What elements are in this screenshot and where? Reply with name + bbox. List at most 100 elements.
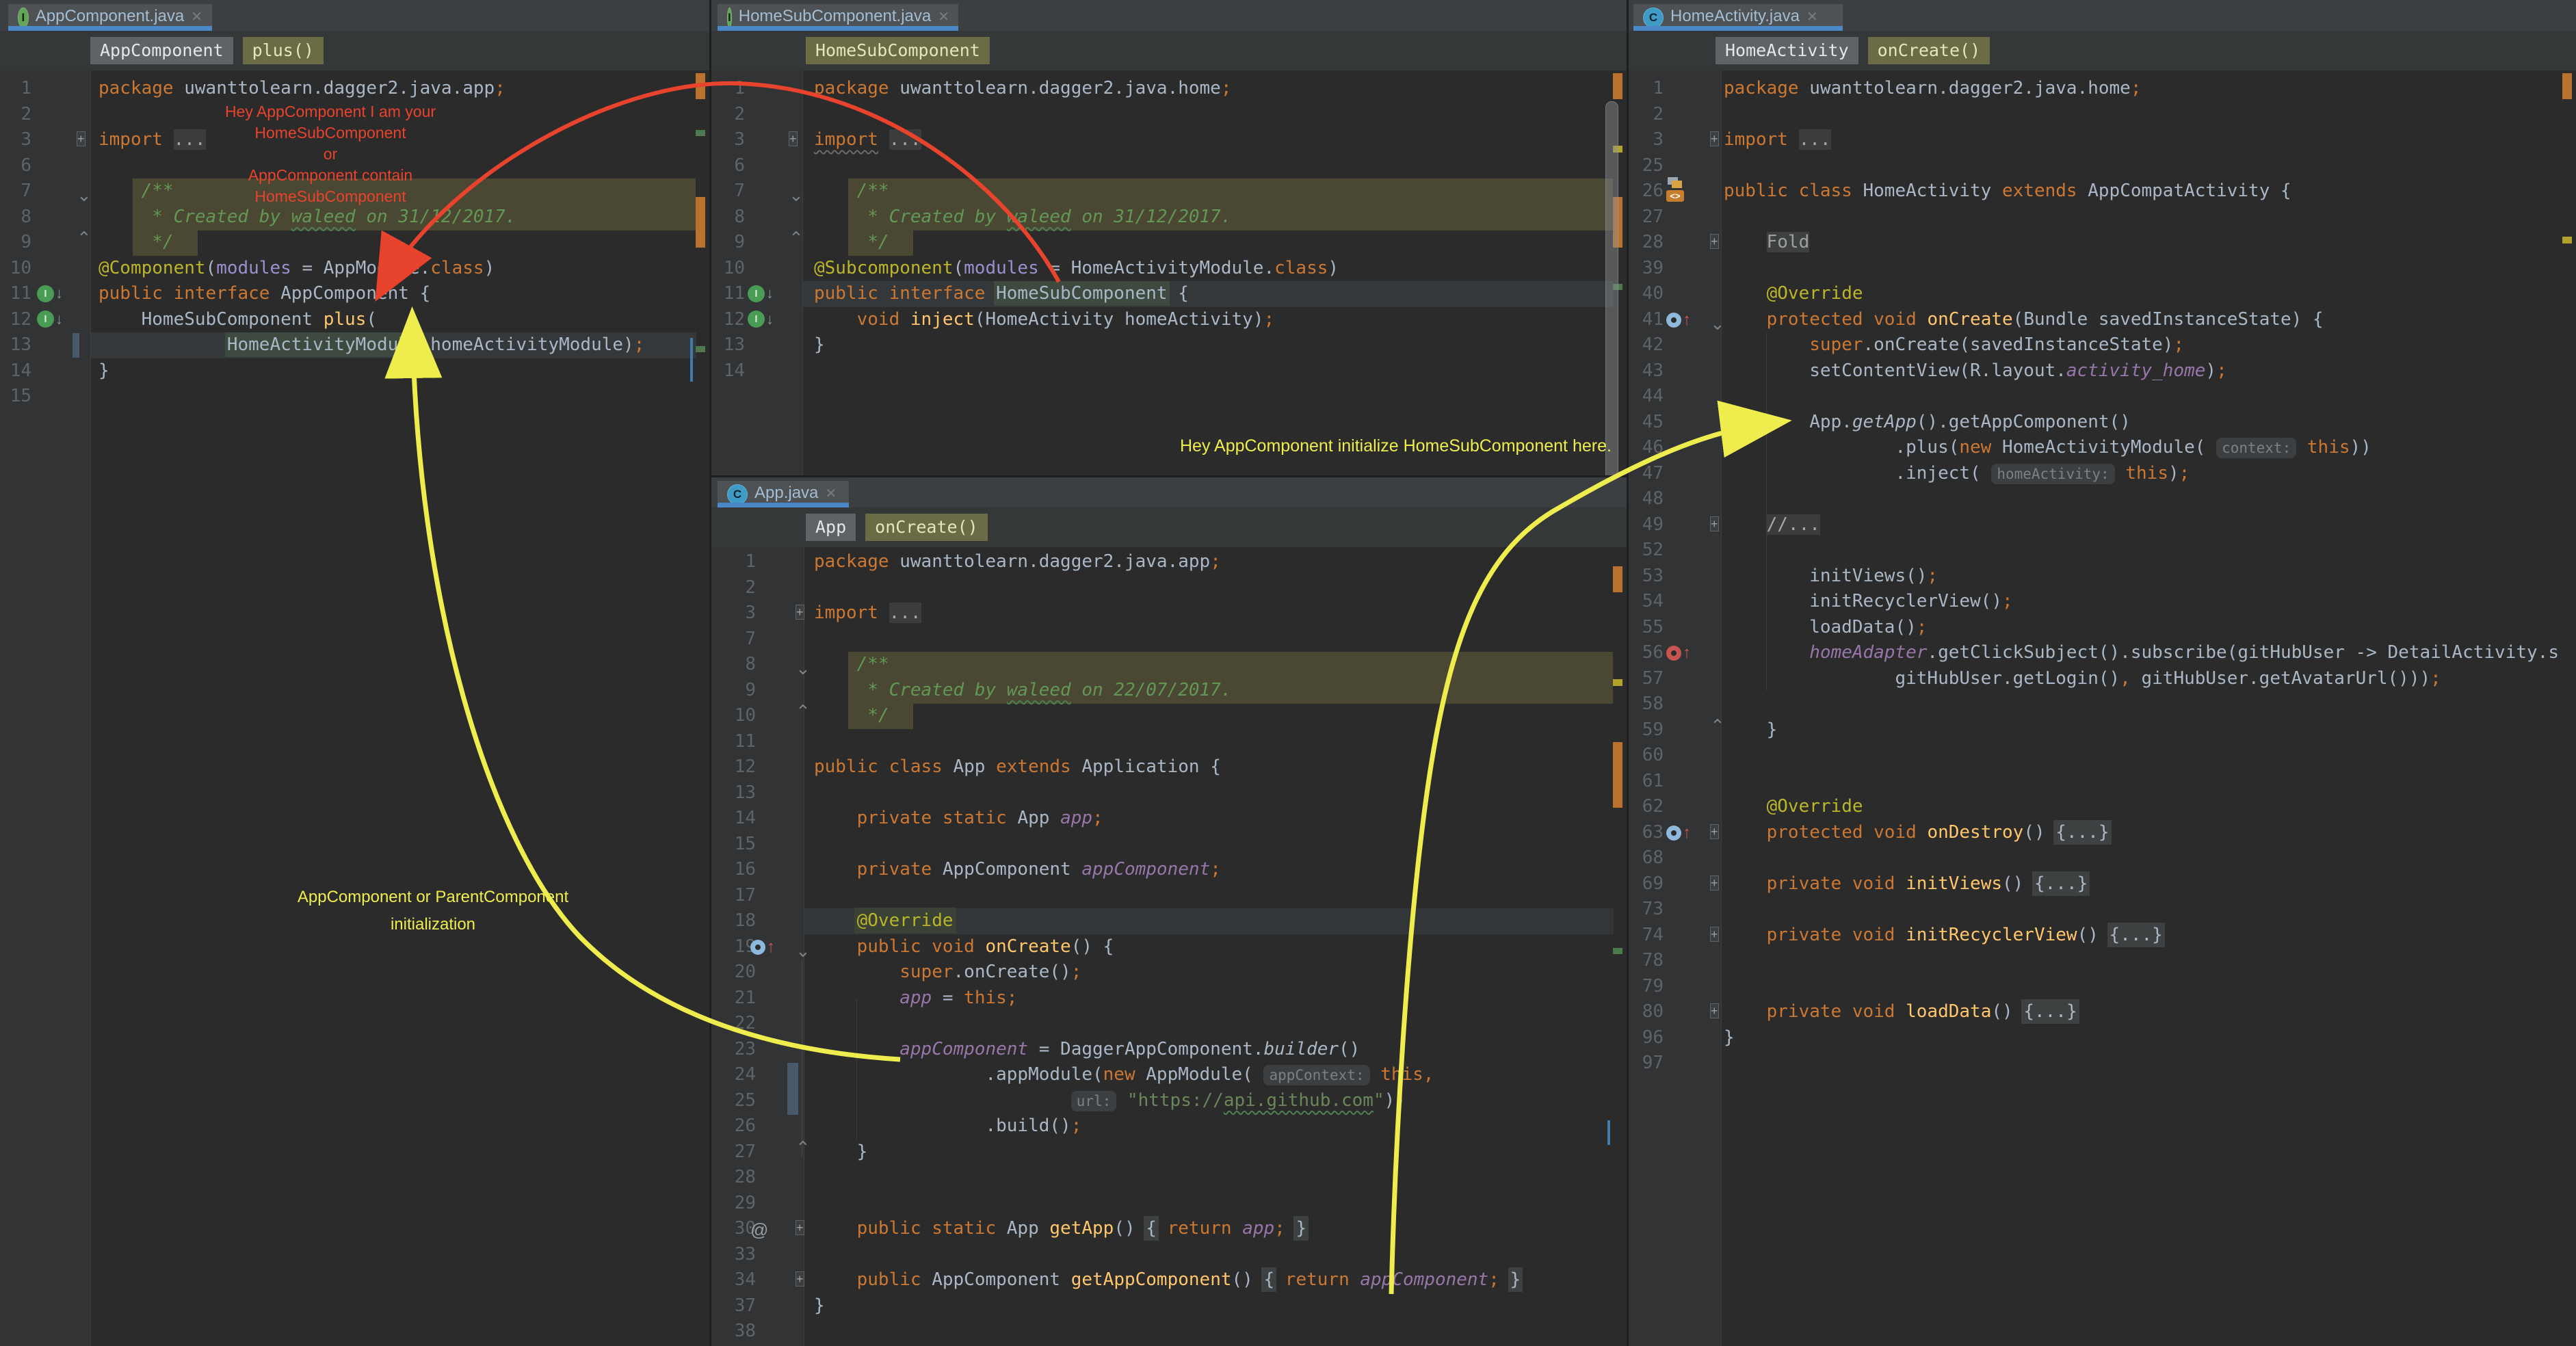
- code-line-54[interactable]: 54 initRecyclerView();: [1628, 589, 2576, 615]
- implemented-icon[interactable]: I↓: [37, 311, 63, 328]
- code-line-18[interactable]: 18 @Override: [709, 908, 1627, 934]
- code-line-12[interactable]: 12I↓ void inject(HomeActivity homeActivi…: [709, 307, 1627, 333]
- code-line-7[interactable]: 7: [709, 626, 1627, 652]
- code-line-3[interactable]: 3+import ...: [709, 127, 1627, 153]
- error-stripe-mark[interactable]: [2562, 237, 2572, 243]
- code-line-79[interactable]: 79: [1628, 974, 2576, 1000]
- code-line-17[interactable]: 17: [709, 883, 1627, 909]
- code-line-21[interactable]: 21 app = this;: [709, 986, 1627, 1012]
- code-line-40[interactable]: 40 @Override: [1628, 281, 2576, 307]
- code-line-55[interactable]: 55 loadData();: [1628, 615, 2576, 641]
- error-stripe-mark[interactable]: [2562, 73, 2572, 99]
- code-line-1[interactable]: 1package uwanttolearn.dagger2.java.app;: [709, 549, 1627, 575]
- code-line-44[interactable]: 44: [1628, 384, 2576, 410]
- code-editor[interactable]: 1package uwanttolearn.dagger2.java.home;…: [1628, 70, 2576, 1346]
- code-line-61[interactable]: 61: [1628, 769, 2576, 795]
- fold-expand-icon[interactable]: +: [1710, 928, 1719, 941]
- code-line-73[interactable]: 73: [1628, 897, 2576, 923]
- code-line-96[interactable]: 96}: [1628, 1025, 2576, 1051]
- code-line-8[interactable]: 8 * Created by waleed on 31/12/2017.: [709, 204, 1627, 230]
- error-stripe-mark[interactable]: [1613, 679, 1622, 686]
- fold-collapse-icon[interactable]: ⌃: [796, 1141, 811, 1157]
- tab-app-java[interactable]: C App.java ✕: [718, 481, 849, 507]
- annotation-gutter-icon[interactable]: @: [750, 1219, 768, 1241]
- code-line-49[interactable]: 49+ //...: [1628, 512, 2576, 538]
- code-line-80[interactable]: 80+ private void loadData() {...}: [1628, 999, 2576, 1025]
- code-line-34[interactable]: 34+ public AppComponent getAppComponent(…: [709, 1267, 1627, 1293]
- code-line-41[interactable]: 41↑⌄ protected void onCreate(Bundle save…: [1628, 307, 2576, 333]
- code-line-15[interactable]: 15: [709, 832, 1627, 858]
- error-stripe-mark[interactable]: [1613, 566, 1622, 592]
- error-stripe-mark[interactable]: [1613, 73, 1622, 99]
- code-line-60[interactable]: 60: [1628, 743, 2576, 769]
- tab-appcomponent-java[interactable]: I AppComponent.java ✕: [8, 4, 212, 31]
- code-line-1[interactable]: 1package uwanttolearn.dagger2.java.app;: [0, 76, 709, 102]
- pane-divider-vertical-1[interactable]: [709, 0, 711, 1346]
- code-line-10[interactable]: 10@Subcomponent(modules = HomeActivityMo…: [709, 256, 1627, 282]
- code-line-1[interactable]: 1package uwanttolearn.dagger2.java.home;: [709, 76, 1627, 102]
- code-line-16[interactable]: 16 private AppComponent appComponent;: [709, 857, 1627, 883]
- tab-homesubcomponent-java[interactable]: I HomeSubComponent.java ✕: [718, 4, 958, 31]
- code-line-43[interactable]: 43 setContentView(R.layout.activity_home…: [1628, 358, 2576, 384]
- code-line-8[interactable]: 8⌄ /**: [709, 652, 1627, 678]
- code-line-13[interactable]: 13: [709, 780, 1627, 806]
- code-line-37[interactable]: 37}: [709, 1293, 1627, 1319]
- error-stripe-mark[interactable]: [696, 197, 705, 248]
- code-line-28[interactable]: 28+ Fold: [1628, 230, 2576, 256]
- fold-collapse-icon[interactable]: ⌃: [789, 231, 804, 247]
- code-line-48[interactable]: 48: [1628, 486, 2576, 512]
- code-line-11[interactable]: 11I↓public interface HomeSubComponent {: [709, 281, 1627, 307]
- code-line-10[interactable]: 10⌃ */: [709, 703, 1627, 729]
- code-line-23[interactable]: 23 appComponent = DaggerAppComponent.bui…: [709, 1037, 1627, 1063]
- code-line-25[interactable]: 25: [1628, 153, 2576, 179]
- fold-collapse-icon[interactable]: ⌄: [77, 188, 92, 204]
- breadcrumb-appcomponent[interactable]: AppComponent: [90, 37, 233, 64]
- fold-collapse-icon[interactable]: ⌄: [796, 661, 811, 677]
- code-line-58[interactable]: 58: [1628, 691, 2576, 717]
- code-line-6[interactable]: 6: [709, 153, 1627, 179]
- fold-expand-icon[interactable]: +: [796, 1222, 804, 1235]
- implemented-icon[interactable]: I↓: [748, 311, 774, 328]
- code-line-3[interactable]: 3+import ...: [709, 601, 1627, 626]
- code-line-27[interactable]: 27: [1628, 204, 2576, 230]
- implemented-icon[interactable]: I↓: [37, 285, 63, 302]
- fold-collapse-icon[interactable]: ⌄: [796, 944, 811, 960]
- fold-expand-icon[interactable]: +: [1710, 826, 1719, 839]
- breadcrumb-oncreate-[interactable]: onCreate(): [1868, 37, 1990, 64]
- code-editor[interactable]: 1package uwanttolearn.dagger2.java.app;2…: [0, 70, 709, 1346]
- code-line-12[interactable]: 12I↓ HomeSubComponent plus(: [0, 307, 709, 333]
- code-line-11[interactable]: 11I↓public interface AppComponent {: [0, 281, 709, 307]
- close-icon[interactable]: ✕: [191, 8, 202, 25]
- breadcrumb-app[interactable]: App: [806, 514, 856, 541]
- code-line-20[interactable]: 20 super.onCreate();: [709, 960, 1627, 986]
- code-line-46[interactable]: 46 .plus(new HomeActivityModule( context…: [1628, 435, 2576, 461]
- code-line-63[interactable]: 63↑+ protected void onDestroy() {...}: [1628, 820, 2576, 846]
- code-line-24[interactable]: 24 .appModule(new AppModule( appContext:…: [709, 1062, 1627, 1088]
- pane-divider-vertical-2[interactable]: [1627, 0, 1629, 1346]
- fold-collapse-icon[interactable]: ⌄: [1710, 317, 1725, 332]
- error-stripe-mark[interactable]: [1607, 1120, 1610, 1145]
- code-line-11[interactable]: 11: [709, 729, 1627, 755]
- code-line-53[interactable]: 53 initViews();: [1628, 564, 2576, 590]
- breadcrumb-homesubcomponent[interactable]: HomeSubComponent: [806, 37, 990, 64]
- code-line-56[interactable]: 56↑ homeAdapter.getClickSubject().subscr…: [1628, 640, 2576, 666]
- fold-expand-icon[interactable]: +: [1710, 877, 1719, 890]
- close-icon[interactable]: ✕: [938, 8, 949, 25]
- code-line-2[interactable]: 2: [1628, 102, 2576, 128]
- fold-collapse-icon[interactable]: ⌃: [1710, 719, 1725, 735]
- code-line-26[interactable]: 26<>public class HomeActivity extends Ap…: [1628, 179, 2576, 204]
- code-line-22[interactable]: 22: [709, 1011, 1627, 1037]
- code-line-29[interactable]: 29: [709, 1191, 1627, 1217]
- code-line-62[interactable]: 62 @Override: [1628, 794, 2576, 820]
- code-line-47[interactable]: 47 .inject( homeActivity: this);: [1628, 461, 2576, 487]
- code-line-2[interactable]: 2: [709, 575, 1627, 601]
- close-icon[interactable]: ✕: [1806, 8, 1818, 25]
- code-line-57[interactable]: 57 gitHubUser.getLogin(), gitHubUser.get…: [1628, 666, 2576, 692]
- fold-expand-icon[interactable]: +: [789, 133, 798, 146]
- close-icon[interactable]: ✕: [825, 485, 837, 502]
- code-line-25[interactable]: 25 url: "https://api.github.com")): [709, 1088, 1627, 1114]
- code-line-15[interactable]: 15: [0, 384, 709, 410]
- code-line-10[interactable]: 10@Component(modules = AppModule.class): [0, 256, 709, 282]
- breadcrumb-plus-[interactable]: plus(): [243, 37, 324, 64]
- code-editor[interactable]: 1package uwanttolearn.dagger2.java.home;…: [709, 70, 1627, 475]
